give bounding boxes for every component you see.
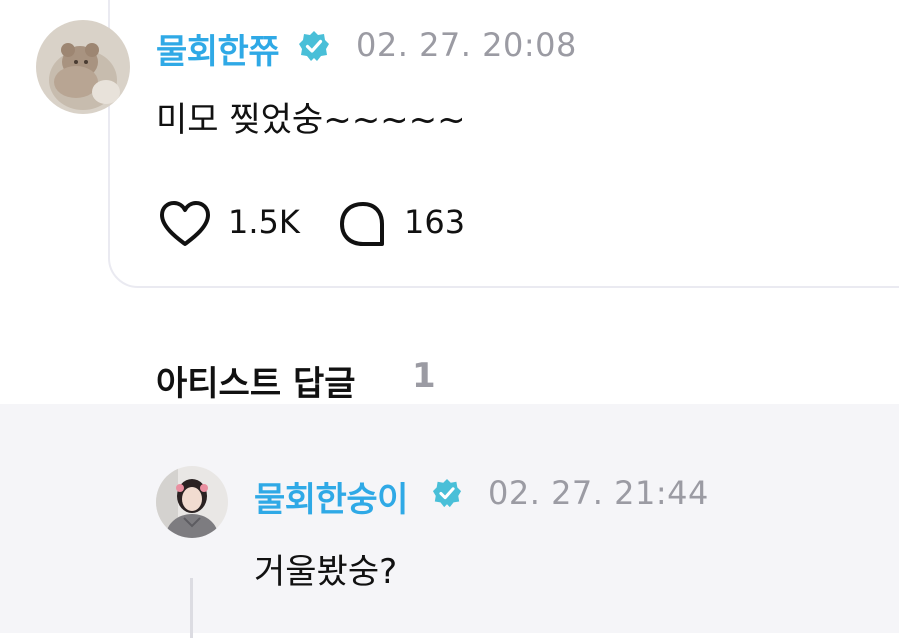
reply-author-name[interactable]: 물회한숭이 <box>254 472 408 521</box>
artist-replies-heading: 아티스트 답글 <box>156 364 356 404</box>
speech-bubble-icon[interactable] <box>338 200 388 250</box>
reply-timestamp: 02. 27. 21:44 <box>488 474 709 512</box>
post-author-avatar[interactable] <box>36 20 130 114</box>
post-text: 미모 찢었숭~~~~~ <box>156 100 466 140</box>
reply-author-avatar[interactable] <box>156 466 228 538</box>
reply-text: 거울봤숭? <box>254 552 398 592</box>
thread-line <box>190 578 193 638</box>
verified-badge-icon <box>432 478 462 508</box>
comment-count: 163 <box>404 203 466 241</box>
post-author-name[interactable]: 물회한쮸 <box>156 24 280 73</box>
reply-container <box>0 404 899 633</box>
post-timestamp: 02. 27. 20:08 <box>356 26 577 64</box>
heart-outline-icon[interactable] <box>158 200 212 248</box>
verified-badge-icon <box>299 31 329 61</box>
artist-replies-count: 1 <box>412 356 436 396</box>
like-count: 1.5K <box>228 203 300 241</box>
